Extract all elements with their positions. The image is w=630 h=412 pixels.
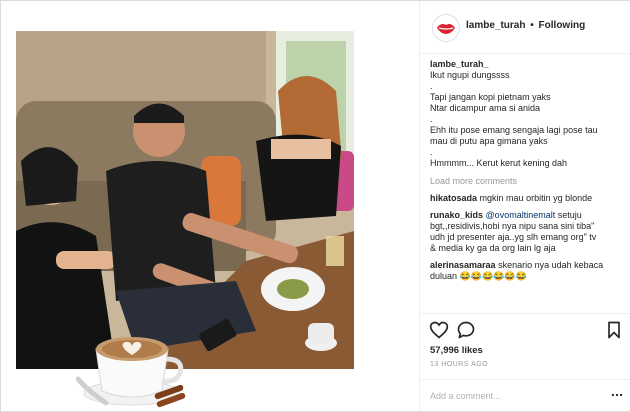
caption-line: Ntar dicampur ama si anida bbox=[430, 103, 541, 113]
post-header: lambe_turah • Following bbox=[420, 1, 630, 54]
caption-line: . bbox=[430, 114, 433, 124]
avatar[interactable] bbox=[432, 14, 460, 42]
lips-logo-icon bbox=[433, 15, 459, 41]
heart-icon[interactable] bbox=[429, 320, 449, 340]
load-more-comments-button[interactable]: Load more comments bbox=[430, 176, 626, 187]
following-button[interactable]: Following bbox=[539, 20, 586, 31]
post-timestamp[interactable]: 13 HOURS AGO bbox=[430, 361, 488, 368]
comment-mention-link[interactable]: @ovomaltinemalt bbox=[486, 210, 556, 220]
likes-count[interactable]: 57,996 likes bbox=[430, 345, 483, 356]
caption-username-link[interactable]: lambe_turah_ bbox=[430, 59, 626, 70]
caption-line: Ikut ngupi dungssss bbox=[430, 70, 510, 80]
comment-item: hikatosada mgkin mau orbitin yg blonde bbox=[430, 193, 626, 204]
comments-list[interactable]: lambe_turah_ Ikut ngupi dungssss . Tapi … bbox=[430, 59, 626, 309]
bookmark-icon[interactable] bbox=[604, 320, 624, 340]
comment-item: runako_kids @ovomaltinemalt setuju bgt,,… bbox=[430, 210, 626, 254]
comment-username-link[interactable]: alerinasamaraa bbox=[430, 260, 496, 270]
header-username-row: lambe_turah • Following bbox=[466, 20, 585, 31]
caption-line: . bbox=[430, 147, 433, 157]
comment-text: mgkin mau orbitin yg blonde bbox=[479, 193, 593, 203]
comment-text: bgt,,residivis,hobi nya nipu sana sini t… bbox=[430, 221, 595, 231]
caption-line: Hmmmm... Kerut kerut kening dah bbox=[430, 158, 568, 168]
caption-line: Ehh itu pose emang sengaja lagi pose tau bbox=[430, 125, 598, 135]
comment-text: udh jd presenter aja..yg slh emang org" … bbox=[430, 232, 597, 242]
header-separator: • bbox=[530, 20, 534, 31]
more-options-icon[interactable] bbox=[610, 388, 624, 402]
comment-text: skenario nya udah kebaca bbox=[498, 260, 604, 270]
caption-line: . bbox=[430, 81, 433, 91]
comment-text: duluan 😂😂😂😂😂😂 bbox=[430, 271, 527, 281]
caption-line: mau di putu apa gimana yaks bbox=[430, 136, 548, 146]
comment-username-link[interactable]: runako_kids bbox=[430, 210, 483, 220]
header-username-link[interactable]: lambe_turah bbox=[466, 20, 525, 31]
instagram-post-frame: lambe_turah • Following lambe_turah_ Iku… bbox=[0, 0, 630, 412]
post-actions-bar bbox=[420, 313, 630, 346]
post-side-panel: lambe_turah • Following lambe_turah_ Iku… bbox=[419, 1, 630, 411]
add-comment-input[interactable] bbox=[430, 388, 615, 404]
latte-cup-sticker bbox=[76, 337, 186, 408]
comment-item: alerinasamaraa skenario nya udah kebaca … bbox=[430, 260, 626, 282]
post-media-area bbox=[1, 1, 419, 411]
comment-username-link[interactable]: hikatosada bbox=[430, 193, 477, 203]
comment-text: & media ky ga da org lain lg aja bbox=[430, 243, 556, 253]
comment-text: setuju bbox=[557, 210, 582, 220]
add-comment-bar bbox=[420, 379, 630, 412]
caption-line: Tapi jangan kopi pietnam yaks bbox=[430, 92, 551, 102]
comment-bubble-icon[interactable] bbox=[456, 320, 476, 340]
